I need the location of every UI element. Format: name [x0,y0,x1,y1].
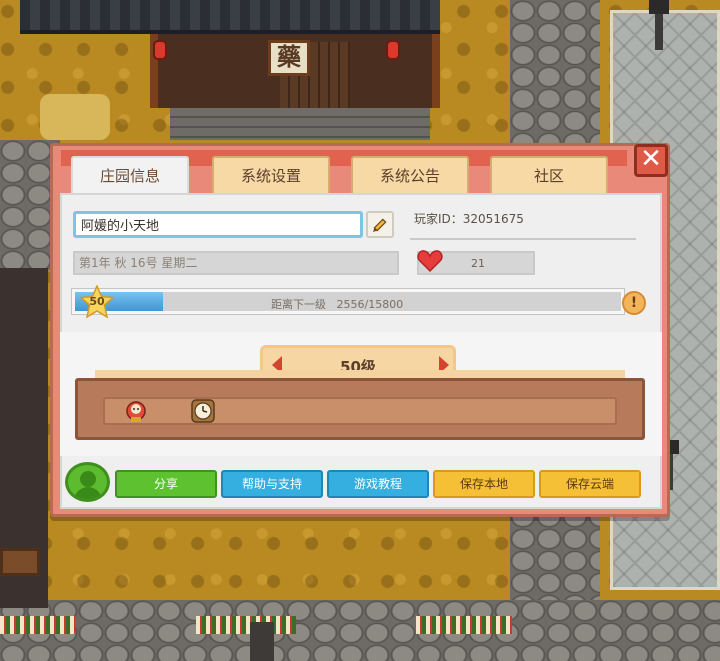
player-id-value: 32051675 [462,212,524,226]
avatar-body [74,487,102,499]
tutorial-button[interactable]: 游戏教程 [327,470,429,498]
flower-bed [0,616,75,634]
close-icon[interactable]: ✕ [634,144,668,177]
tab-announcements[interactable]: 系统公告 [351,156,469,194]
farm-name-input[interactable] [73,211,363,238]
divider [410,238,636,240]
game-date: 第1年 秋 16号 星期二 [73,251,399,275]
shop-sign: 藥 [268,40,310,76]
building-roof [20,0,440,34]
player-id-label: 玩家ID： [414,212,463,226]
mascot-icon-graphic [126,401,146,422]
edit-name-button[interactable] [366,211,394,238]
lantern-icon [386,40,400,60]
stone-steps [170,108,430,140]
save-cloud-button[interactable]: 保存云端 [539,470,641,498]
fence [0,548,40,576]
level-number: 50 [89,295,105,308]
stone-path-bottom [0,600,720,661]
user-avatar-icon[interactable] [65,462,110,502]
flower-bed [196,616,296,634]
street-lamp [649,0,669,50]
xp-value: 2556/15800 [336,298,404,311]
xp-progress-bar: 距离下一级 2556/15800 [72,289,624,314]
avatar-head [80,471,96,487]
level-star-badge: 50 [80,285,114,319]
hay-bale [40,94,110,140]
alarm-clock-icon-graphic [191,399,215,423]
player-id: 玩家ID：32051675 [414,210,524,227]
share-button[interactable]: 分享 [115,470,217,498]
save-local-button[interactable]: 保存本地 [433,470,535,498]
mascot-icon[interactable] [122,397,150,425]
xp-label: 距离下一级 [271,298,326,311]
alarm-clock-icon[interactable] [189,397,217,425]
heart-icon [417,250,443,273]
wooden-post [250,622,274,661]
hearts-value: 21 [471,257,485,270]
tab-system-settings[interactable]: 系统设置 [212,156,330,194]
xp-text: 距离下一级 2556/15800 [271,296,403,312]
exclamation-icon[interactable]: ! [622,291,646,315]
hearts-counter: 21 [417,250,535,275]
lantern-icon [153,40,167,60]
reward-items-row [103,397,617,425]
tab-community[interactable]: 社区 [490,156,608,194]
tab-farm-info[interactable]: 庄园信息 [71,156,189,198]
flower-bed [416,616,512,634]
help-support-button[interactable]: 帮助与支持 [221,470,323,498]
pencil-icon [373,217,387,232]
